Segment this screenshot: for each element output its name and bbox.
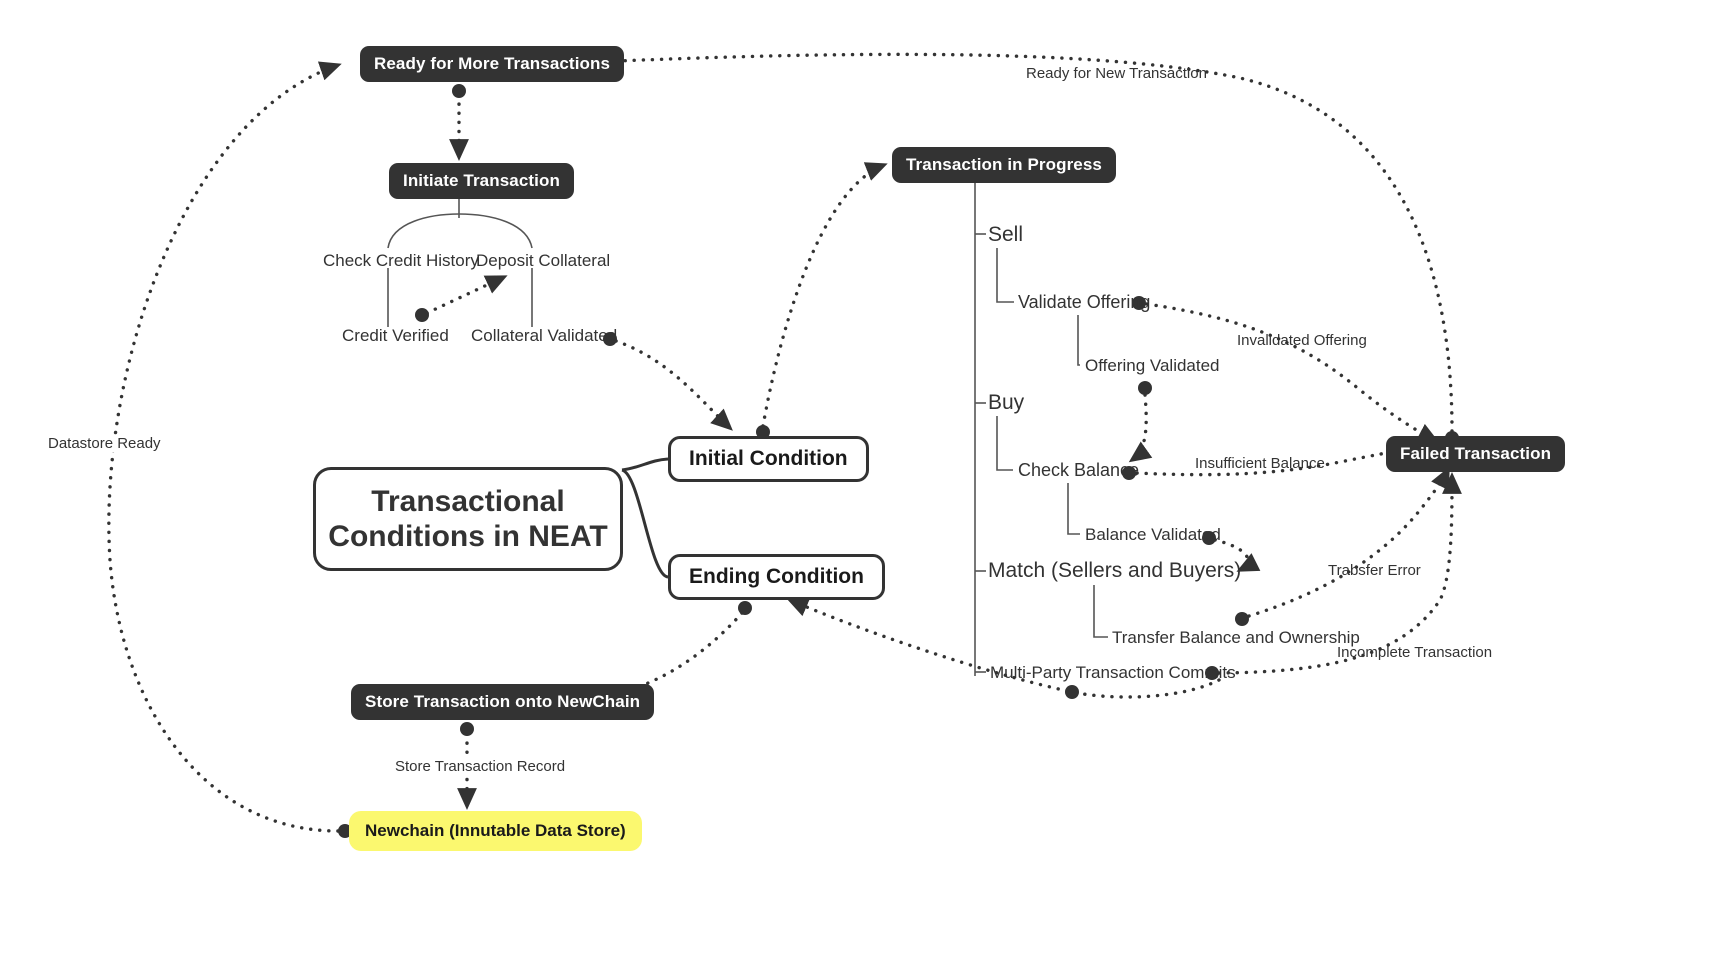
dot-transfer-out (1235, 612, 1249, 626)
node-root-title[interactable]: Transactional Conditions in NEAT (313, 467, 623, 571)
node-newchain-immutable-data-store[interactable]: Newchain (Innutable Data Store) (349, 811, 642, 851)
node-store-transaction-onto-newchain[interactable]: Store Transaction onto NewChain (351, 684, 655, 720)
dot-offeringvalidated-out (1138, 381, 1152, 395)
node-label: Failed Transaction (1400, 444, 1552, 463)
edge-collateral-to-initial (614, 339, 733, 431)
node-transaction-in-progress[interactable]: Transaction in Progress (892, 147, 1116, 183)
label-check-credit-history[interactable]: Check Credit History (323, 251, 479, 271)
label-match-sellers-and-buyers[interactable]: Match (Sellers and Buyers) (988, 559, 1241, 583)
edge-label-datastore-ready: Datastore Ready (44, 435, 165, 452)
edge-label-transfer-error: Trabsfer Error (1328, 562, 1421, 579)
edge-creditverified-to-deposit (425, 275, 508, 315)
root-title-line-2: Conditions in NEAT (328, 520, 608, 553)
edge-label-ready-for-new-transaction: Ready for New Transaction (1026, 65, 1207, 82)
node-label: Store Transaction onto NewChain (365, 692, 641, 711)
edge-initial-to-progress (761, 162, 888, 428)
dot-multiparty-mid (1065, 685, 1079, 699)
label-check-balance[interactable]: Check Balance (1018, 460, 1139, 481)
label-deposit-collateral[interactable]: Deposit Collateral (476, 251, 610, 271)
label-offering-validated[interactable]: Offering Validated (1085, 356, 1220, 376)
node-label: Ready for More Transactions (374, 54, 611, 73)
label-transfer-balance-and-ownership[interactable]: Transfer Balance and Ownership (1112, 628, 1360, 648)
node-label: Newchain (Innutable Data Store) (365, 821, 626, 840)
node-initial-condition[interactable]: Initial Condition (668, 436, 869, 482)
label-multi-party-transaction-commits[interactable]: Multi-Party Transaction Commits (990, 663, 1236, 683)
dotted-edges-layer (107, 52, 1462, 838)
edge-label-invalidated-offering: Invalidated Offering (1237, 332, 1367, 349)
node-label: Ending Condition (689, 565, 864, 588)
label-sell[interactable]: Sell (988, 223, 1023, 247)
edge-label-insufficient-balance: Insufficient Balance (1195, 455, 1325, 472)
node-label: Transaction in Progress (906, 155, 1102, 174)
node-failed-transaction[interactable]: Failed Transaction (1386, 436, 1566, 472)
label-collateral-validated[interactable]: Collateral Validated (471, 326, 617, 346)
diagram-canvas: Ready for More Transactions Initiate Tra… (0, 0, 1716, 980)
node-label: Initial Condition (689, 447, 848, 470)
dot-ending-out (738, 601, 752, 615)
edge-offeringvalidated-to-checkbalance (1128, 393, 1153, 463)
label-validate-offering[interactable]: Validate Offering (1018, 292, 1150, 313)
label-credit-verified[interactable]: Credit Verified (342, 326, 449, 346)
node-ready-for-more-transactions[interactable]: Ready for More Transactions (360, 46, 625, 82)
edge-label-store-transaction-record: Store Transaction Record (391, 758, 570, 775)
node-ending-condition[interactable]: Ending Condition (668, 554, 885, 600)
node-label: Initiate Transaction (403, 171, 560, 190)
edge-label-incomplete-transaction: Incomplete Transaction (1337, 644, 1493, 661)
edge-transfer-to-failed (1247, 466, 1450, 618)
root-title-line-1: Transactional (371, 484, 565, 518)
label-buy[interactable]: Buy (988, 391, 1024, 415)
node-initiate-transaction[interactable]: Initiate Transaction (389, 163, 574, 199)
label-balance-validated[interactable]: Balance Validated (1085, 525, 1221, 545)
dot-creditverified-out (415, 308, 429, 322)
